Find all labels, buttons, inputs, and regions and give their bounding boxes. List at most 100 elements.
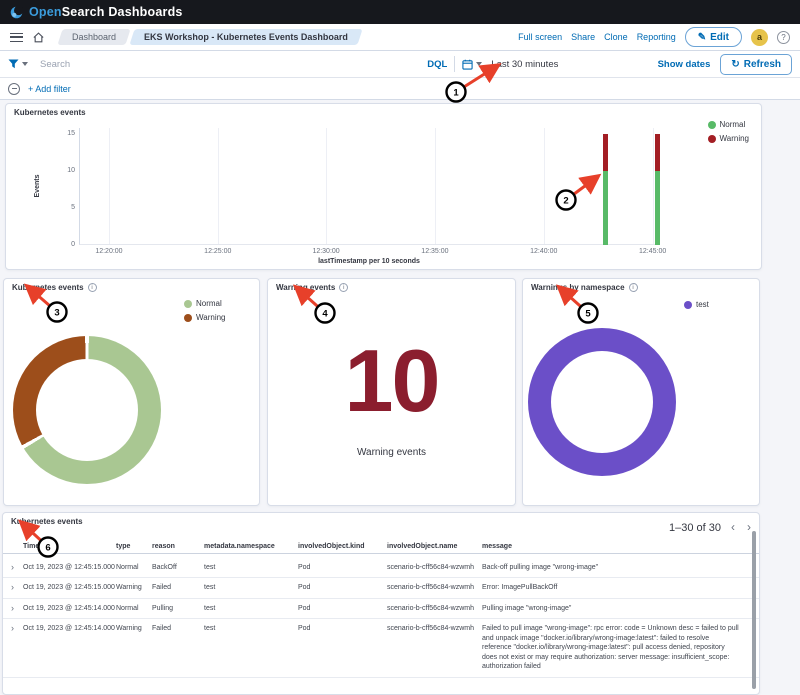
breadcrumb-dashboard[interactable]: Dashboard	[57, 29, 130, 45]
next-page-icon[interactable]: ›	[747, 520, 751, 534]
home-icon[interactable]	[32, 31, 45, 44]
table-body: ›Oct 19, 2023 @ 12:45:15.000NormalBackOf…	[3, 558, 759, 678]
x-tick-label: 12:30:00	[296, 248, 356, 255]
namespace-donut-chart[interactable]	[528, 328, 676, 476]
events-donut-chart[interactable]	[13, 336, 161, 484]
column-header-namespace[interactable]: metadata.namespace	[204, 543, 298, 550]
date-picker-button[interactable]	[462, 59, 482, 70]
events-histogram-plot: Events lastTimestamp per 10 seconds 12:2…	[79, 128, 658, 245]
bar-warning[interactable]	[603, 134, 608, 171]
column-header-message[interactable]: message	[482, 543, 745, 550]
pagination-text: 1–30 of 30	[669, 522, 721, 534]
column-header-reason[interactable]: reason	[152, 543, 204, 550]
cell-time: Oct 19, 2023 @ 12:45:14.000	[23, 604, 116, 613]
divider	[454, 56, 455, 72]
chevron-down-icon	[476, 62, 482, 66]
opensearch-logo-icon	[10, 6, 23, 19]
cell-reason: Failed	[152, 583, 204, 592]
search-input[interactable]: Search	[40, 59, 70, 70]
avatar[interactable]: a	[751, 29, 768, 46]
cell-kind: Pod	[298, 604, 387, 613]
legend-label: Normal	[196, 299, 222, 308]
query-language-button[interactable]: DQL	[427, 59, 447, 70]
legend-item[interactable]: Warning	[184, 313, 226, 322]
add-filter-button[interactable]: + Add filter	[28, 84, 71, 94]
expand-row-icon[interactable]: ›	[11, 604, 23, 613]
donut-legend: Normal Warning	[184, 299, 226, 322]
full-screen-link[interactable]: Full screen	[518, 32, 562, 42]
edit-button[interactable]: ✎Edit	[685, 27, 742, 47]
time-range-value[interactable]: Last 30 minutes	[491, 59, 558, 70]
cell-time: Oct 19, 2023 @ 12:45:15.000	[23, 563, 116, 572]
refresh-button[interactable]: ↻Refresh	[720, 54, 792, 75]
breadcrumb: Dashboard EKS Workshop - Kubernetes Even…	[60, 29, 360, 45]
legend-item[interactable]: test	[684, 300, 709, 309]
x-tick-label: 12:45:00	[623, 248, 683, 255]
bar-normal[interactable]	[603, 171, 608, 245]
cell-type: Normal	[116, 563, 152, 572]
cell-kind: Pod	[298, 583, 387, 592]
table-header: Time▼ type reason metadata.namespace inv…	[3, 543, 759, 554]
column-header-kind[interactable]: involvedObject.kind	[298, 543, 387, 550]
share-link[interactable]: Share	[571, 32, 595, 42]
legend-item[interactable]: Normal	[184, 299, 226, 308]
navbar: Dashboard EKS Workshop - Kubernetes Even…	[0, 24, 800, 51]
gridline	[326, 128, 327, 244]
expand-row-icon[interactable]: ›	[11, 624, 23, 671]
legend-label: Warning	[196, 313, 226, 322]
cell-name: scenario-b-cff56c84-wzwmh	[387, 624, 482, 671]
table-scrollbar[interactable]	[752, 531, 756, 689]
table-row: ›Oct 19, 2023 @ 12:45:14.000NormalPullin…	[3, 599, 759, 619]
table-row: ›Oct 19, 2023 @ 12:45:15.000WarningFaile…	[3, 578, 759, 598]
cell-time: Oct 19, 2023 @ 12:45:15.000	[23, 583, 116, 592]
x-tick-label: 12:35:00	[405, 248, 465, 255]
cell-reason: Pulling	[152, 604, 204, 613]
column-header-name[interactable]: involvedObject.name	[387, 543, 482, 550]
x-axis-label: lastTimestamp per 10 seconds	[80, 258, 658, 265]
show-dates-link[interactable]: Show dates	[658, 59, 711, 70]
donut-hole	[36, 359, 138, 461]
menu-icon[interactable]	[10, 33, 23, 42]
cell-message: Pulling image "wrong-image"	[482, 604, 745, 613]
breadcrumb-current-dashboard[interactable]: EKS Workshop - Kubernetes Events Dashboa…	[129, 29, 362, 45]
info-icon[interactable]: i	[629, 283, 638, 292]
cell-message: Back-off pulling image "wrong-image"	[482, 563, 745, 572]
previous-page-icon[interactable]: ‹	[731, 520, 735, 534]
calendar-icon	[462, 59, 473, 70]
y-axis-label: Events	[34, 175, 41, 198]
legend-item[interactable]: Warning	[708, 134, 750, 143]
info-icon[interactable]: i	[339, 283, 348, 292]
cell-kind: Pod	[298, 624, 387, 671]
chevron-down-icon	[22, 62, 28, 66]
cell-namespace: test	[204, 583, 298, 592]
x-tick-label: 12:40:00	[514, 248, 574, 255]
app-logo-title: OpenSearch Dashboards	[29, 5, 183, 19]
column-header-time[interactable]: Time▼	[23, 543, 116, 550]
legend-item[interactable]: Normal	[708, 120, 750, 129]
cell-type: Warning	[116, 624, 152, 671]
saved-query-menu-button[interactable]	[8, 59, 28, 69]
chart-legend: Normal Warning	[708, 120, 750, 143]
y-tick-label: 0	[52, 241, 75, 248]
table-row: ›Oct 19, 2023 @ 12:45:15.000NormalBackOf…	[3, 558, 759, 578]
cell-name: scenario-b-cff56c84-wzwmh	[387, 563, 482, 572]
clone-link[interactable]: Clone	[604, 32, 628, 42]
bar-warning[interactable]	[655, 134, 660, 171]
info-icon[interactable]: i	[88, 283, 97, 292]
bar-normal[interactable]	[655, 171, 660, 245]
expand-row-icon[interactable]: ›	[11, 583, 23, 592]
y-tick-label: 5	[52, 204, 75, 211]
help-icon[interactable]: ?	[777, 31, 790, 44]
refresh-icon: ↻	[731, 59, 739, 70]
expand-row-icon[interactable]: ›	[11, 563, 23, 572]
reporting-link[interactable]: Reporting	[637, 32, 676, 42]
donut-hole	[551, 351, 653, 453]
column-header-type[interactable]: type	[116, 543, 152, 550]
gridline	[435, 128, 436, 244]
table-row: ›Oct 19, 2023 @ 12:45:14.000WarningFaile…	[3, 619, 759, 677]
cell-message: Error: ImagePullBackOff	[482, 583, 745, 592]
filter-options-icon[interactable]	[8, 83, 20, 95]
cell-namespace: test	[204, 624, 298, 671]
legend-label: test	[696, 300, 709, 309]
cell-type: Normal	[116, 604, 152, 613]
